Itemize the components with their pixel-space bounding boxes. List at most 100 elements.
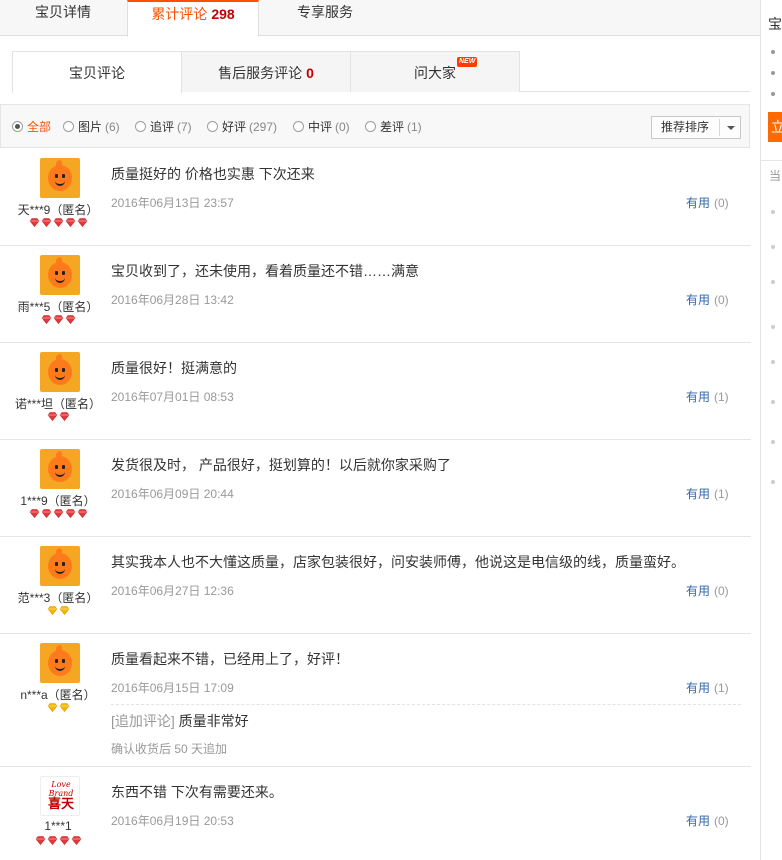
- radio-button[interactable]: [12, 121, 23, 132]
- avatar[interactable]: Love Brand 喜天狍: [40, 776, 80, 816]
- review-date: 2016年06月13日 23:57: [111, 196, 234, 210]
- bullet-dot: [771, 480, 775, 484]
- filter-neutral[interactable]: 中评 (0): [293, 118, 350, 136]
- bullet-dot: [771, 325, 775, 329]
- filter-images[interactable]: 图片 (6): [63, 118, 120, 136]
- tab-label: 专享服务: [297, 4, 353, 20]
- review-content: 质量很好！挺满意的: [111, 360, 237, 376]
- radio-button[interactable]: [365, 121, 376, 132]
- filter-all[interactable]: 全部: [12, 118, 54, 136]
- reviewer-rank: [0, 703, 116, 715]
- radio-button[interactable]: [207, 121, 218, 132]
- useful-button[interactable]: 有用 (1): [686, 485, 729, 502]
- review-item: Love Brand 喜天狍 1***1 东西不错 下次有需要还来。 2016年…: [0, 767, 751, 860]
- followup-text: 质量非常好: [178, 713, 249, 729]
- avatar[interactable]: [40, 449, 80, 489]
- filter-count: (6): [105, 120, 120, 134]
- avatar[interactable]: [40, 352, 80, 392]
- mascot-eye: [55, 465, 58, 469]
- bullet-dot: [771, 440, 775, 444]
- rank-gem-icon: [41, 315, 52, 324]
- divider: [719, 119, 720, 136]
- avatar[interactable]: [40, 158, 80, 198]
- reviewer-name: n***a（匿名）: [20, 688, 96, 702]
- useful-button[interactable]: 有用 (0): [686, 194, 729, 211]
- followup-review: [追加评论] 质量非常好: [111, 711, 249, 731]
- review-date: 2016年06月09日 20:44: [111, 487, 234, 501]
- sort-dropdown[interactable]: 推荐排序: [651, 116, 741, 139]
- mascot-head-icon: [48, 165, 72, 191]
- avatar[interactable]: [40, 255, 80, 295]
- right-panel-title: 宝: [768, 16, 782, 32]
- mascot-head-icon: [48, 262, 72, 288]
- subtab-item-reviews[interactable]: 宝贝评论: [12, 51, 182, 93]
- subtab-label: 宝贝评论: [69, 65, 125, 81]
- review-date: 2016年06月15日 17:09: [111, 681, 234, 695]
- filter-label: 追评: [150, 120, 175, 134]
- rank-gem-icon: [41, 509, 52, 518]
- mascot-eye: [62, 465, 65, 469]
- review-content: 东西不错 下次有需要还来。: [111, 784, 283, 800]
- rank-gem-icon: [77, 509, 88, 518]
- useful-count: (1): [714, 390, 729, 404]
- reviewer-name: 1***9（匿名）: [20, 494, 96, 508]
- useful-count: (0): [714, 584, 729, 598]
- right-side-panel: 宝 立 当: [760, 0, 782, 860]
- useful-label: 有用: [686, 681, 711, 695]
- reviewer-name: 1***1: [44, 819, 72, 833]
- filter-label: 中评: [308, 120, 333, 134]
- subtab-aftersale-reviews[interactable]: 售后服务评论 0: [181, 51, 351, 92]
- sort-label: 推荐排序: [661, 120, 710, 134]
- rank-gem-icon: [35, 836, 46, 845]
- right-panel-button[interactable]: 立: [768, 112, 782, 142]
- mascot-eye: [55, 659, 58, 663]
- useful-count: (1): [714, 487, 729, 501]
- useful-button[interactable]: 有用 (0): [686, 812, 729, 829]
- divider: [111, 704, 741, 705]
- mascot-eye: [62, 659, 65, 663]
- review-content: 质量看起来不错，已经用上了，好评！: [111, 651, 349, 667]
- mascot-eye: [55, 271, 58, 275]
- subtab-ask-everyone[interactable]: 问大家 NEW: [350, 51, 520, 92]
- rank-gem-icon: [59, 836, 70, 845]
- review-content: 其实我本人也不大懂这质量，店家包装很好，问安装师傅，他说这是电信级的线，质量蛮好…: [111, 554, 685, 570]
- rank-gem-icon: [53, 509, 64, 518]
- avatar[interactable]: [40, 643, 80, 683]
- divider: [761, 160, 782, 161]
- bullet-dot: [771, 360, 775, 364]
- rank-gem-icon: [59, 606, 70, 615]
- filter-count: (0): [335, 120, 350, 134]
- bullet-dot: [771, 400, 775, 404]
- radio-button[interactable]: [135, 121, 146, 132]
- filter-negative[interactable]: 差评 (1): [365, 118, 422, 136]
- reviewer-name: 雨***5（匿名）: [17, 300, 99, 314]
- useful-button[interactable]: 有用 (0): [686, 291, 729, 308]
- useful-button[interactable]: 有用 (0): [686, 582, 729, 599]
- radio-button[interactable]: [293, 121, 304, 132]
- subtab-label: 问大家: [414, 65, 456, 81]
- bullet-dot: [771, 245, 775, 249]
- new-badge: NEW: [457, 57, 478, 67]
- tab-reviews[interactable]: 累计评论 298: [127, 0, 259, 37]
- tab-services[interactable]: 专享服务: [262, 0, 388, 36]
- useful-button[interactable]: 有用 (1): [686, 388, 729, 405]
- avatar[interactable]: [40, 546, 80, 586]
- review-item: n***a（匿名） 质量看起来不错，已经用上了，好评！ 2016年06月15日 …: [0, 634, 751, 767]
- reviewer-rank: [0, 606, 116, 618]
- radio-button[interactable]: [63, 121, 74, 132]
- useful-button[interactable]: 有用 (1): [686, 679, 729, 696]
- filter-label: 差评: [380, 120, 405, 134]
- reviewer-name: 诺***坦（匿名）: [14, 397, 101, 411]
- followup-tag: [追加评论]: [111, 713, 175, 729]
- review-content: 发货很及时， 产品很好，挺划算的！以后就你家采购了: [111, 457, 451, 473]
- reviewer-rank: [0, 218, 116, 230]
- reviewer-rank: [0, 412, 116, 424]
- rank-gem-icon: [59, 412, 70, 421]
- review-item: 1***9（匿名） 发货很及时， 产品很好，挺划算的！以后就你家采购了 2016…: [0, 440, 751, 537]
- filter-positive[interactable]: 好评 (297): [207, 118, 277, 136]
- tab-item-details[interactable]: 宝贝详情: [0, 0, 126, 36]
- mascot-eye: [62, 562, 65, 566]
- filter-followup[interactable]: 追评 (7): [135, 118, 192, 136]
- mascot-eye: [55, 562, 58, 566]
- brand-logo-name: 喜天狍: [47, 797, 74, 812]
